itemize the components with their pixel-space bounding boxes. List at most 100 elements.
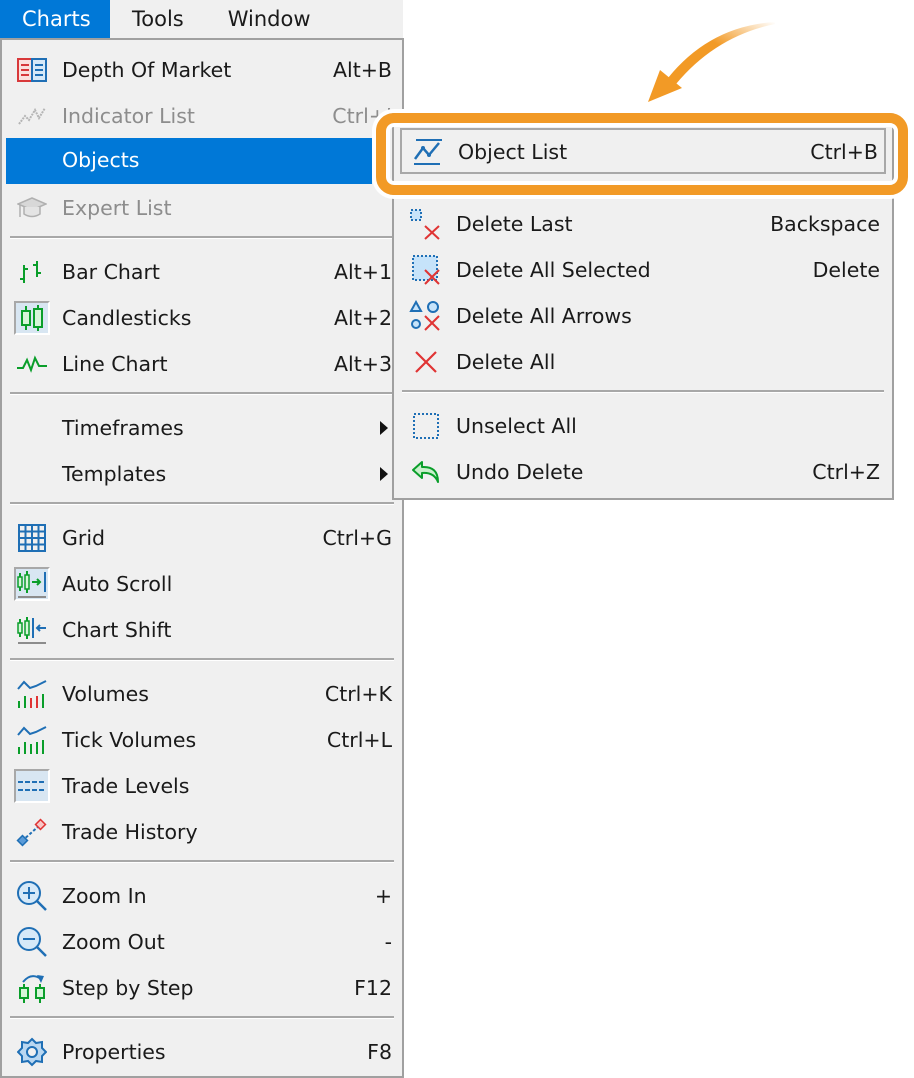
menu-item-label: Delete Last [456, 212, 573, 236]
menu-item-shortcut: Backspace [770, 212, 880, 236]
menu-item-shortcut: Alt+B [333, 58, 392, 82]
volumes-icon [14, 677, 50, 711]
menu-item-label: Step by Step [62, 976, 194, 1000]
menu-item-label: Zoom Out [62, 930, 165, 954]
menu-item-shortcut: Ctrl+K [324, 682, 392, 706]
menu-item-objects[interactable]: Objects [6, 138, 372, 184]
object-list-icon [410, 135, 446, 169]
menu-item-shortcut: Ctrl+G [322, 526, 392, 550]
menu-item-bar-chart[interactable]: Bar Chart Alt+1 [6, 250, 398, 294]
menu-charts[interactable]: Charts [0, 0, 110, 38]
undo-delete-icon [408, 455, 444, 489]
menu-item-auto-scroll[interactable]: Auto Scroll [6, 562, 398, 606]
menu-item-chart-shift[interactable]: Chart Shift [6, 608, 398, 652]
menu-item-step-by-step[interactable]: Step by Step F12 [6, 966, 398, 1010]
chart-shift-icon [14, 613, 50, 647]
menu-item-shortcut: + [374, 884, 392, 908]
menu-item-volumes[interactable]: Volumes Ctrl+K [6, 672, 398, 716]
tick-volumes-icon [14, 723, 50, 757]
menu-separator [10, 860, 394, 863]
menu-item-shortcut: Alt+1 [334, 260, 392, 284]
menu-item-properties[interactable]: Properties F8 [6, 1030, 398, 1074]
menu-item-label: Line Chart [62, 352, 168, 376]
submenu-item-delete-all[interactable]: Delete All [400, 340, 886, 384]
menu-item-trade-history[interactable]: Trade History [6, 810, 398, 854]
candlesticks-icon [14, 301, 50, 335]
menu-separator [402, 390, 884, 393]
unselect-all-icon [408, 409, 444, 443]
step-by-step-icon [14, 971, 50, 1005]
menu-item-candlesticks[interactable]: Candlesticks Alt+2 [6, 296, 398, 340]
menu-item-label: Unselect All [456, 414, 577, 438]
menu-item-templates[interactable]: Templates [6, 452, 398, 496]
submenu-item-object-list[interactable]: Object List Ctrl+B [400, 128, 886, 174]
menu-item-zoom-out[interactable]: Zoom Out - [6, 920, 398, 964]
indicator-list-icon [14, 99, 50, 133]
menu-item-label: Objects [62, 148, 140, 172]
bar-chart-icon [14, 255, 50, 289]
trade-history-icon [14, 815, 50, 849]
menu-item-label: Indicator List [62, 104, 195, 128]
menu-item-label: Trade History [62, 820, 198, 844]
menu-item-label: Grid [62, 526, 106, 550]
menu-item-zoom-in[interactable]: Zoom In + [6, 874, 398, 918]
menu-item-label: Bar Chart [62, 260, 160, 284]
objects-submenu: Object List Ctrl+B Delete Last Backspace… [392, 112, 894, 500]
menu-item-label: Properties [62, 1040, 166, 1064]
menu-item-shortcut: Ctrl+Z [812, 460, 880, 484]
menu-item-label: Candlesticks [62, 306, 192, 330]
menu-item-label: Chart Shift [62, 618, 172, 642]
menu-item-label: Tick Volumes [62, 728, 197, 752]
menu-item-depth-of-market[interactable]: Depth Of Market Alt+B [6, 48, 398, 92]
menu-item-grid[interactable]: Grid Ctrl+G [6, 516, 398, 560]
menu-window[interactable]: Window [206, 0, 333, 38]
line-chart-icon [14, 347, 50, 381]
menu-item-label: Undo Delete [456, 460, 584, 484]
auto-scroll-icon [14, 567, 50, 601]
submenu-item-unselect-all[interactable]: Unselect All [400, 404, 886, 448]
menu-item-label: Auto Scroll [62, 572, 173, 596]
menu-item-label: Volumes [62, 682, 149, 706]
menu-item-shortcut: Ctrl+I [332, 104, 392, 128]
menu-item-label: Trade Levels [62, 774, 190, 798]
delete-all-selected-icon [408, 253, 444, 287]
submenu-item-delete-last[interactable]: Delete Last Backspace [400, 202, 886, 246]
menu-item-label: Delete All Selected [456, 258, 651, 282]
submenu-item-delete-all-selected[interactable]: Delete All Selected Delete [400, 248, 886, 292]
menu-item-shortcut: F12 [354, 976, 392, 1000]
properties-icon [14, 1035, 50, 1069]
menu-item-label: Templates [62, 462, 167, 486]
zoom-in-icon [14, 879, 50, 913]
menu-item-label: Timeframes [62, 416, 184, 440]
menu-separator [10, 236, 394, 239]
submenu-item-undo-delete[interactable]: Undo Delete Ctrl+Z [400, 450, 886, 494]
menu-item-expert-list[interactable]: Expert List [6, 186, 398, 230]
menu-separator [10, 658, 394, 661]
grid-icon [14, 521, 50, 555]
depth-of-market-icon [14, 53, 50, 87]
menu-item-label: Delete All [456, 350, 556, 374]
menu-tools[interactable]: Tools [110, 0, 206, 38]
menu-item-timeframes[interactable]: Timeframes [6, 406, 398, 450]
menu-item-label: Depth Of Market [62, 58, 232, 82]
submenu-item-delete-all-arrows[interactable]: Delete All Arrows [400, 294, 886, 338]
menu-separator [10, 392, 394, 395]
menu-bar: Charts Tools Window [0, 0, 403, 38]
menu-item-shortcut: Ctrl+B [810, 140, 878, 164]
callout-arrow-icon [648, 22, 775, 102]
menu-item-shortcut: Ctrl+L [326, 728, 392, 752]
menu-item-line-chart[interactable]: Line Chart Alt+3 [6, 342, 398, 386]
zoom-out-icon [14, 925, 50, 959]
menu-item-trade-levels[interactable]: Trade Levels [6, 764, 398, 808]
menu-item-label: Zoom In [62, 884, 147, 908]
menu-separator [10, 502, 394, 505]
trade-levels-icon [14, 769, 50, 803]
menu-item-shortcut: - [384, 930, 392, 954]
menu-item-label: Expert List [62, 196, 172, 220]
menu-item-tick-volumes[interactable]: Tick Volumes Ctrl+L [6, 718, 398, 762]
expert-list-icon [14, 191, 50, 225]
menu-item-shortcut: Alt+2 [334, 306, 392, 330]
submenu-arrow-icon [380, 467, 388, 481]
menu-item-indicator-list[interactable]: Indicator List Ctrl+I [6, 94, 398, 138]
delete-all-arrows-icon [408, 299, 444, 333]
